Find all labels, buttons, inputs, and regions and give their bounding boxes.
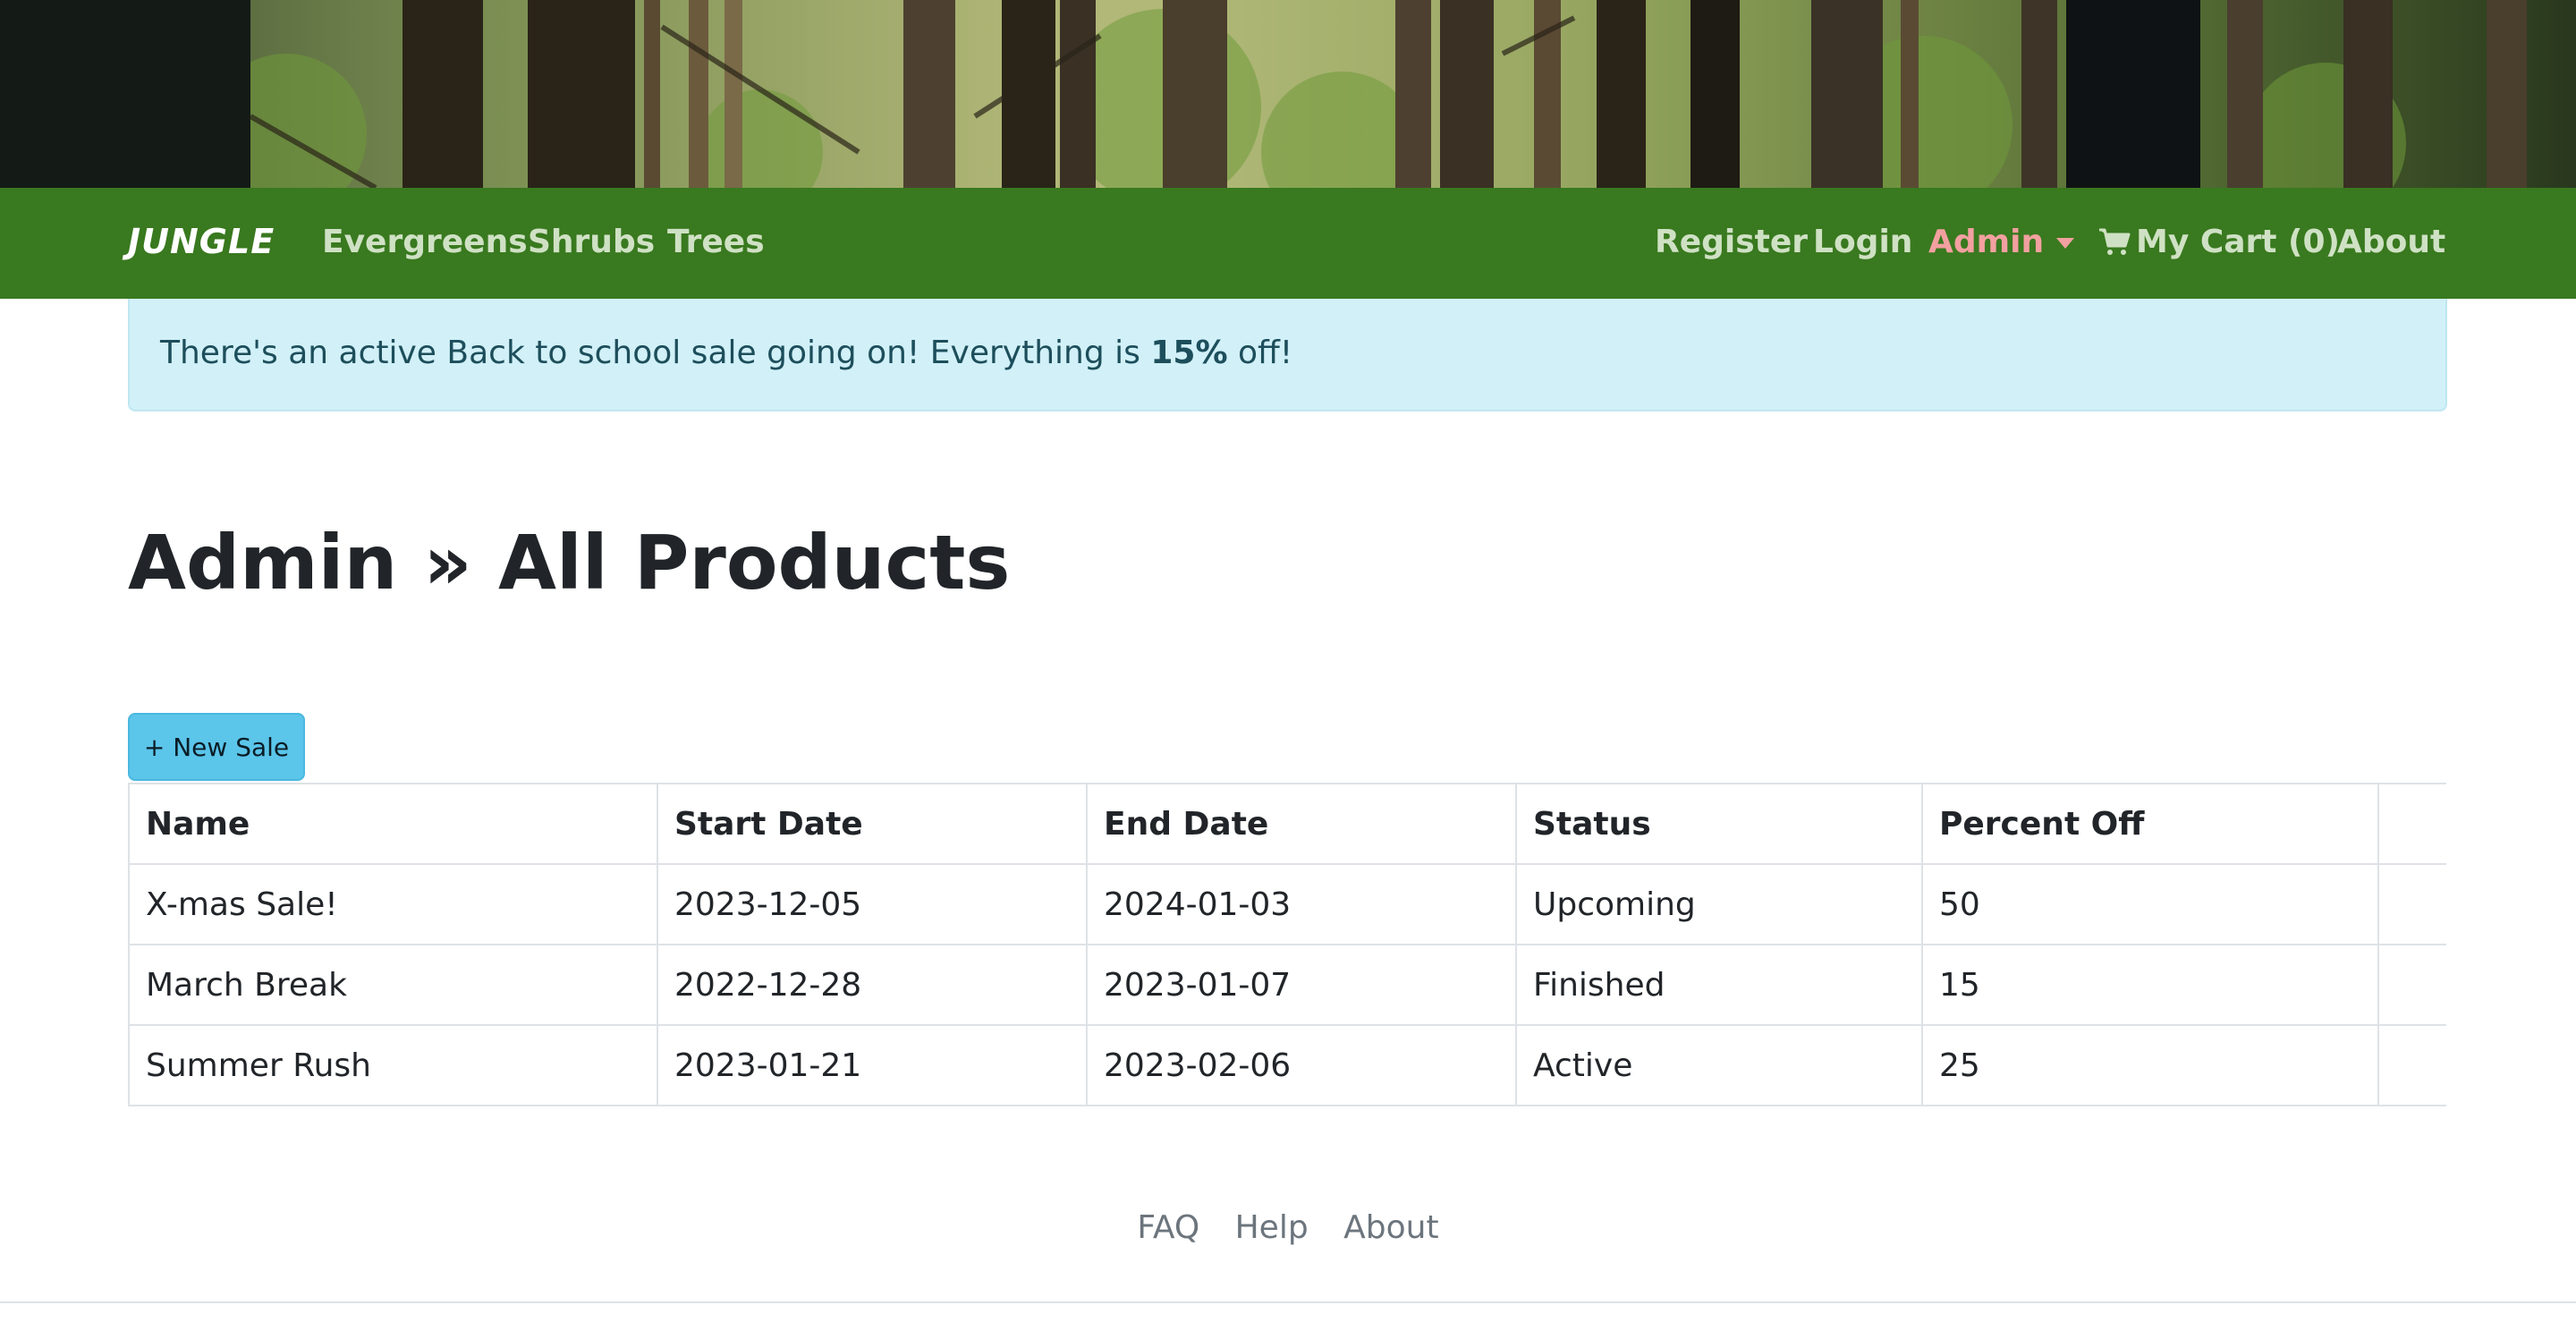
cell-end-date: 2023-02-06 xyxy=(1086,1024,1517,1106)
nav-link-trees[interactable]: Trees xyxy=(667,224,765,260)
cell-percent-off: 15 xyxy=(1921,944,2379,1026)
caret-down-icon xyxy=(2056,238,2075,249)
cell-start-date: 2023-12-05 xyxy=(657,863,1088,945)
cell-percent-off: 25 xyxy=(1921,1024,2379,1106)
table-header-row: Name Start Date End Date Status Percent … xyxy=(128,783,2446,865)
footer-link-about[interactable]: About xyxy=(1343,1209,1438,1246)
table-row: March Break 2022-12-28 2023-01-07 Finish… xyxy=(128,944,2446,1026)
cell-end-date: 2024-01-03 xyxy=(1086,863,1517,945)
top-navbar: JUNGLE Evergreens Shrubs Trees Register … xyxy=(0,188,2576,299)
hero-banner-image xyxy=(0,0,2576,188)
sale-alert-text: There's an active Back to school sale go… xyxy=(160,335,1292,371)
footer-link-help[interactable]: Help xyxy=(1235,1209,1309,1246)
cell-percent-off: 50 xyxy=(1921,863,2379,945)
column-header-name: Name xyxy=(128,783,658,865)
sale-alert: There's an active Back to school sale go… xyxy=(128,299,2447,411)
new-sale-button[interactable]: + New Sale xyxy=(128,713,305,781)
column-header-end-date: End Date xyxy=(1086,783,1517,865)
alert-percent: 15% xyxy=(1150,335,1228,371)
cell-status: Active xyxy=(1515,1024,1923,1106)
cell-end-date: 2023-01-07 xyxy=(1086,944,1517,1026)
cell-name: Summer Rush xyxy=(128,1024,658,1106)
alert-suffix: off! xyxy=(1227,335,1293,371)
nav-link-evergreens[interactable]: Evergreens xyxy=(322,224,528,260)
cell-name: March Break xyxy=(128,944,658,1026)
nav-link-my-cart[interactable]: My Cart (0) xyxy=(2098,224,2340,260)
table-row: X-mas Sale! 2023-12-05 2024-01-03 Upcomi… xyxy=(128,863,2446,945)
forest-illustration xyxy=(0,0,2576,188)
table-row: Summer Rush 2023-01-21 2023-02-06 Active… xyxy=(128,1024,2446,1106)
admin-dropdown-toggle[interactable]: Admin xyxy=(1928,224,2075,260)
alert-prefix: There's an active Back to school sale go… xyxy=(160,335,1151,371)
page-title: Admin » All Products xyxy=(128,519,1011,606)
nav-link-login[interactable]: Login xyxy=(1813,224,1912,260)
brand-logo[interactable]: JUNGLE xyxy=(128,222,275,261)
cell-start-date: 2022-12-28 xyxy=(657,944,1088,1026)
cell-start-date: 2023-01-21 xyxy=(657,1024,1088,1106)
column-header-start-date: Start Date xyxy=(657,783,1088,865)
cell-actions xyxy=(2377,863,2446,945)
sales-table: Name Start Date End Date Status Percent … xyxy=(128,783,2446,1106)
column-header-percent-off: Percent Off xyxy=(1921,783,2379,865)
footer: FAQ Help About xyxy=(0,1209,2576,1246)
nav-link-shrubs[interactable]: Shrubs xyxy=(528,224,655,260)
column-header-actions xyxy=(2377,783,2446,865)
nav-link-register[interactable]: Register xyxy=(1655,224,1808,260)
cell-name: X-mas Sale! xyxy=(128,863,658,945)
cart-label: My Cart (0) xyxy=(2136,224,2340,260)
cell-actions xyxy=(2377,1024,2446,1106)
cell-status: Finished xyxy=(1515,944,1923,1026)
column-header-status: Status xyxy=(1515,783,1923,865)
footer-divider xyxy=(0,1301,2576,1322)
footer-link-faq[interactable]: FAQ xyxy=(1137,1209,1199,1246)
nav-link-about[interactable]: About xyxy=(2337,224,2445,260)
cell-status: Upcoming xyxy=(1515,863,1923,945)
admin-label: Admin xyxy=(1928,224,2045,260)
cell-actions xyxy=(2377,944,2446,1026)
shopping-cart-icon xyxy=(2099,228,2131,255)
